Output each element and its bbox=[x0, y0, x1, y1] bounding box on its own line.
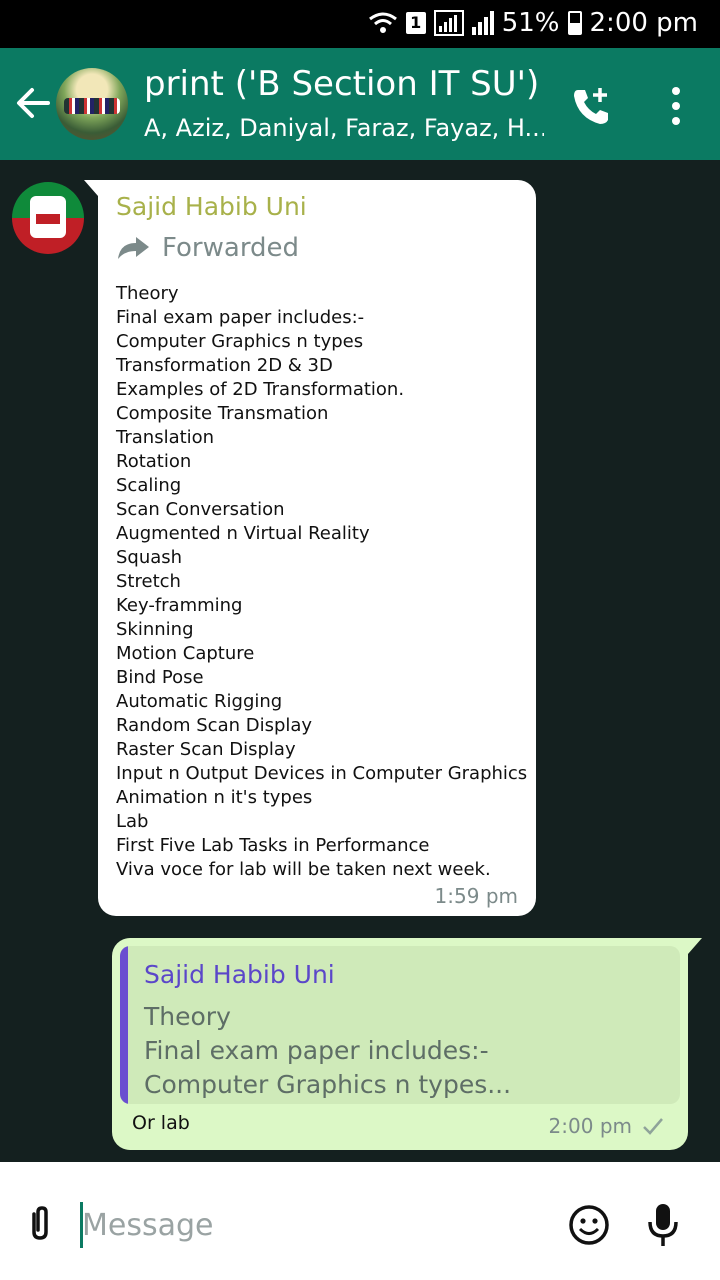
message-input[interactable] bbox=[82, 1200, 542, 1250]
message-composer bbox=[0, 1162, 720, 1280]
message-line: Examples of 2D Transformation. bbox=[116, 379, 405, 400]
incoming-message-bubble[interactable]: Sajid Habib Uni Forwarded Theory Final ex… bbox=[84, 180, 536, 916]
message-sender[interactable]: Sajid Habib Uni bbox=[116, 192, 518, 226]
message-line: Scaling bbox=[116, 475, 182, 496]
reply-text: Or lab bbox=[132, 1112, 190, 1134]
chat-title[interactable]: print ('B Section IT SU') bbox=[144, 64, 539, 104]
quote-line: Final exam paper includes:- bbox=[144, 1036, 489, 1065]
message-line: Bind Pose bbox=[116, 667, 204, 688]
message-line: Raster Scan Display bbox=[116, 739, 296, 760]
message-line: Random Scan Display bbox=[116, 715, 313, 736]
message-line: Squash bbox=[116, 547, 183, 568]
mic-icon[interactable] bbox=[646, 1202, 680, 1248]
quote-line: Computer Graphics n types... bbox=[144, 1070, 512, 1099]
battery-percent: 51% bbox=[501, 8, 560, 38]
back-arrow-icon[interactable] bbox=[14, 84, 52, 122]
sim-slot-badge: 1 bbox=[405, 12, 426, 34]
message-time: 1:59 pm bbox=[434, 884, 518, 908]
message-line: Computer Graphics n types bbox=[116, 331, 364, 352]
quote-accent-bar bbox=[120, 946, 128, 1104]
attach-icon[interactable] bbox=[24, 1206, 56, 1242]
single-check-icon bbox=[643, 1118, 663, 1135]
status-icons: 1 51% 2:00 pm bbox=[368, 8, 698, 38]
reply-meta: 2:00 pm bbox=[549, 1114, 664, 1138]
message-line: Augmented n Virtual Reality bbox=[116, 523, 370, 544]
forwarded-text: Forwarded bbox=[162, 233, 300, 263]
quote-sender: Sajid Habib Uni bbox=[144, 960, 335, 989]
message-line: Motion Capture bbox=[116, 643, 255, 664]
outgoing-message-bubble[interactable]: Sajid Habib Uni Theory Final exam paper … bbox=[112, 938, 702, 1150]
message-line: Theory bbox=[116, 283, 179, 304]
chat-participants[interactable]: A, Aziz, Daniyal, Faraz, Fayaz, H... bbox=[144, 114, 544, 142]
cell-signal-icon bbox=[471, 11, 494, 35]
forward-arrow-icon bbox=[118, 237, 149, 259]
chat-header: print ('B Section IT SU') A, Aziz, Daniy… bbox=[0, 48, 720, 160]
message-line: Stretch bbox=[116, 571, 181, 592]
message-line: Key-framming bbox=[116, 595, 243, 616]
status-bar: 1 51% 2:00 pm bbox=[0, 0, 720, 48]
message-line: Animation n it's types bbox=[116, 787, 313, 808]
message-line: Skinning bbox=[116, 619, 194, 640]
quoted-message[interactable]: Sajid Habib Uni Theory Final exam paper … bbox=[120, 946, 680, 1104]
message-line: Composite Transmation bbox=[116, 403, 329, 424]
emoji-icon[interactable] bbox=[568, 1204, 610, 1246]
wifi-icon bbox=[368, 12, 397, 33]
quote-line: Theory bbox=[144, 1002, 231, 1031]
message-line: Scan Conversation bbox=[116, 499, 285, 520]
reply-time: 2:00 pm bbox=[548, 1114, 632, 1138]
add-call-icon[interactable] bbox=[570, 84, 614, 128]
message-line: Lab bbox=[116, 811, 149, 832]
overflow-menu-icon[interactable] bbox=[666, 86, 686, 126]
message-line: Viva voce for lab will be taken next wee… bbox=[116, 859, 491, 880]
clock: 2:00 pm bbox=[589, 8, 698, 38]
message-line: Rotation bbox=[116, 451, 192, 472]
message-line: Automatic Rigging bbox=[116, 691, 283, 712]
group-avatar[interactable] bbox=[56, 68, 128, 140]
message-body: Theory Final exam paper includes:- Compute… bbox=[116, 282, 528, 882]
battery-icon bbox=[567, 11, 582, 35]
message-line: Final exam paper includes:- bbox=[116, 307, 365, 328]
message-line: Transformation 2D & 3D bbox=[116, 355, 333, 376]
signal-icon bbox=[433, 10, 464, 36]
sender-avatar[interactable] bbox=[12, 182, 84, 254]
emblem-logo bbox=[30, 196, 66, 238]
message-line: Input n Output Devices in Computer Graph… bbox=[116, 763, 528, 784]
message-line: Translation bbox=[116, 427, 215, 448]
message-line: First Five Lab Tasks in Performance bbox=[116, 835, 430, 856]
forwarded-label: Forwarded bbox=[116, 228, 518, 268]
